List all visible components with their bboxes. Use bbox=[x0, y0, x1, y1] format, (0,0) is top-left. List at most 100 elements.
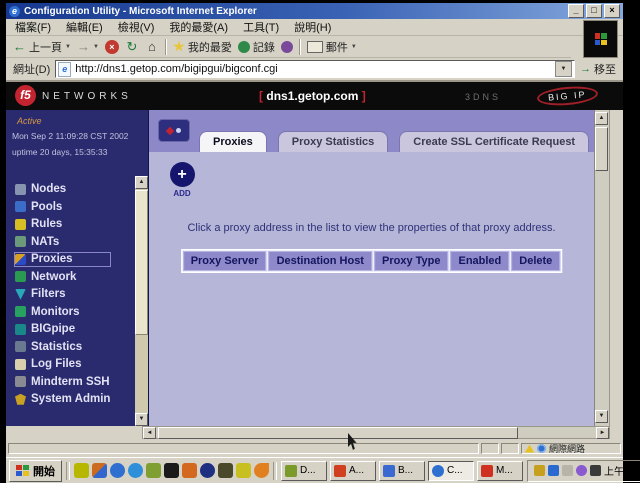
sidebar-item-monitors[interactable]: Monitors bbox=[15, 306, 110, 319]
tab-create-ssl-certificate-request[interactable]: Create SSL Certificate Request bbox=[399, 131, 589, 152]
quicklaunch-icon[interactable] bbox=[218, 463, 233, 478]
column-header-proxy-server: Proxy Server bbox=[183, 251, 267, 271]
sidebar-item-nats[interactable]: NATs bbox=[15, 236, 110, 249]
tab-proxies[interactable]: Proxies bbox=[199, 131, 267, 152]
refresh-button[interactable]: ↻ bbox=[125, 40, 139, 54]
task-button[interactable]: D... bbox=[281, 461, 327, 481]
column-header-proxy-type: Proxy Type bbox=[374, 251, 449, 271]
sidebar-item-nodes[interactable]: Nodes bbox=[15, 183, 110, 196]
start-button[interactable]: 開始 bbox=[9, 460, 62, 482]
menu-file[interactable]: 檔案(F) bbox=[15, 19, 51, 35]
sidebar-item-filters[interactable]: Filters bbox=[15, 288, 110, 301]
sidebar-item-network[interactable]: Network bbox=[15, 271, 110, 284]
content-horizontal-scrollbar[interactable]: ◄ ► bbox=[142, 426, 610, 439]
close-button[interactable]: × bbox=[604, 4, 620, 18]
sidebar-item-label: Statistics bbox=[31, 341, 82, 353]
sidebar-item-log-files[interactable]: Log Files bbox=[15, 358, 110, 371]
quicklaunch-icon[interactable] bbox=[128, 463, 143, 478]
minimize-button[interactable]: _ bbox=[568, 4, 584, 18]
stop-button[interactable]: × bbox=[105, 40, 119, 54]
back-button[interactable]: ← 上一頁 ▼ bbox=[13, 39, 71, 55]
horizontal-scrollbar-thumb[interactable] bbox=[158, 427, 518, 439]
quicklaunch-icon[interactable] bbox=[200, 463, 215, 478]
task-button[interactable]: B... bbox=[379, 461, 425, 481]
scroll-up-icon[interactable]: ▲ bbox=[595, 112, 608, 125]
home-button[interactable]: ⌂ bbox=[145, 40, 159, 54]
scroll-down-icon[interactable]: ▼ bbox=[135, 413, 148, 426]
address-input[interactable]: e http://dns1.getop.com/bigipgui/bigconf… bbox=[55, 60, 575, 78]
tray-icon[interactable] bbox=[576, 465, 587, 476]
page-favicon: e bbox=[58, 62, 71, 77]
history-button[interactable]: 記錄 bbox=[238, 39, 275, 55]
sidebar-nav: Nodes Pools Rules NATs Proxies Network F… bbox=[15, 183, 110, 406]
task-buttons: D... A... B... C... M... bbox=[281, 461, 523, 481]
quicklaunch-icon[interactable] bbox=[74, 463, 89, 478]
favorites-button[interactable]: 我的最愛 bbox=[173, 39, 232, 55]
scroll-right-icon[interactable]: ► bbox=[596, 427, 609, 439]
quicklaunch-icon[interactable] bbox=[146, 463, 161, 478]
menu-tools[interactable]: 工具(T) bbox=[243, 19, 279, 35]
sidebar-item-statistics[interactable]: Statistics bbox=[15, 341, 110, 354]
tray-icon[interactable] bbox=[548, 465, 559, 476]
sidebar-scrollbar-thumb[interactable] bbox=[135, 190, 148, 335]
forward-dropdown-icon[interactable]: ▼ bbox=[93, 44, 99, 50]
forward-button[interactable]: → ▼ bbox=[77, 39, 99, 54]
sidebar-item-pools[interactable]: Pools bbox=[15, 201, 110, 214]
go-button[interactable]: → 移至 bbox=[580, 61, 616, 77]
system-admin-icon bbox=[15, 394, 26, 405]
sidebar-item-label: System Admin bbox=[31, 393, 110, 405]
system-tray: 上午 11:00 bbox=[527, 460, 640, 482]
network-map-button[interactable] bbox=[158, 119, 190, 142]
log-files-icon bbox=[15, 359, 26, 370]
mail-icon bbox=[307, 41, 323, 53]
task-button[interactable]: A... bbox=[330, 461, 376, 481]
window-titlebar: e Configuration Utility - Microsoft Inte… bbox=[6, 3, 623, 19]
sidebar-item-bigpipe[interactable]: BIGpipe bbox=[15, 323, 110, 336]
quicklaunch-icon[interactable] bbox=[254, 463, 269, 478]
sidebar-item-rules[interactable]: Rules bbox=[15, 218, 110, 231]
address-url[interactable]: http://dns1.getop.com/bigipgui/bigconf.c… bbox=[75, 63, 551, 75]
column-header-enabled: Enabled bbox=[450, 251, 509, 271]
bracket-left: [ bbox=[259, 89, 263, 103]
content-vertical-scrollbar[interactable]: ▲ ▼ bbox=[594, 110, 609, 426]
scroll-up-icon[interactable]: ▲ bbox=[135, 176, 148, 189]
clock[interactable]: 上午 11:00 bbox=[604, 463, 640, 478]
quicklaunch-icon[interactable] bbox=[110, 463, 125, 478]
menu-help[interactable]: 說明(H) bbox=[294, 19, 331, 35]
menu-favorites[interactable]: 我的最愛(A) bbox=[169, 19, 228, 35]
tray-icon[interactable] bbox=[534, 465, 545, 476]
back-dropdown-icon[interactable]: ▼ bbox=[65, 44, 71, 50]
app-icon bbox=[481, 465, 493, 477]
menu-edit[interactable]: 編輯(E) bbox=[66, 19, 103, 35]
toolbar-separator bbox=[165, 39, 167, 55]
task-button[interactable]: M... bbox=[477, 461, 523, 481]
quicklaunch-icon[interactable] bbox=[236, 463, 251, 478]
sidebar-item-proxies[interactable]: Proxies bbox=[15, 253, 110, 266]
mail-dropdown-icon[interactable]: ▼ bbox=[351, 44, 357, 50]
sidebar-item-system-admin[interactable]: System Admin bbox=[15, 393, 110, 406]
quicklaunch-icon[interactable] bbox=[164, 463, 179, 478]
add-proxy-button[interactable]: + ADD bbox=[167, 162, 197, 198]
tray-icon[interactable] bbox=[562, 465, 573, 476]
mail-button[interactable]: 郵件 ▼ bbox=[307, 39, 357, 55]
quicklaunch-icon[interactable] bbox=[92, 463, 107, 478]
map-red-icon bbox=[166, 126, 174, 134]
quicklaunch-icon[interactable] bbox=[182, 463, 197, 478]
tab-proxy-statistics[interactable]: Proxy Statistics bbox=[278, 131, 389, 152]
menu-bar: 檔案(F) 編輯(E) 檢視(V) 我的最愛(A) 工具(T) 說明(H) bbox=[6, 19, 623, 36]
task-button-active[interactable]: C... bbox=[428, 461, 474, 481]
taskbar-separator bbox=[66, 462, 70, 480]
windows-flag-icon bbox=[16, 465, 29, 476]
tray-icon[interactable] bbox=[590, 465, 601, 476]
sidebar-item-label: BIGpipe bbox=[31, 323, 75, 335]
menu-view[interactable]: 檢視(V) bbox=[118, 19, 155, 35]
window-controls: _ □ × bbox=[568, 4, 620, 18]
address-dropdown-icon[interactable]: ▼ bbox=[555, 61, 572, 77]
sidebar-scrollbar[interactable]: ▲ ▼ bbox=[135, 176, 148, 426]
sidebar-item-mindterm-ssh[interactable]: Mindterm SSH bbox=[15, 376, 110, 389]
media-button[interactable] bbox=[281, 41, 293, 53]
scroll-left-icon[interactable]: ◄ bbox=[143, 427, 156, 439]
vertical-scrollbar-thumb[interactable] bbox=[595, 127, 608, 171]
maximize-button[interactable]: □ bbox=[586, 4, 602, 18]
scroll-down-icon[interactable]: ▼ bbox=[595, 410, 608, 423]
